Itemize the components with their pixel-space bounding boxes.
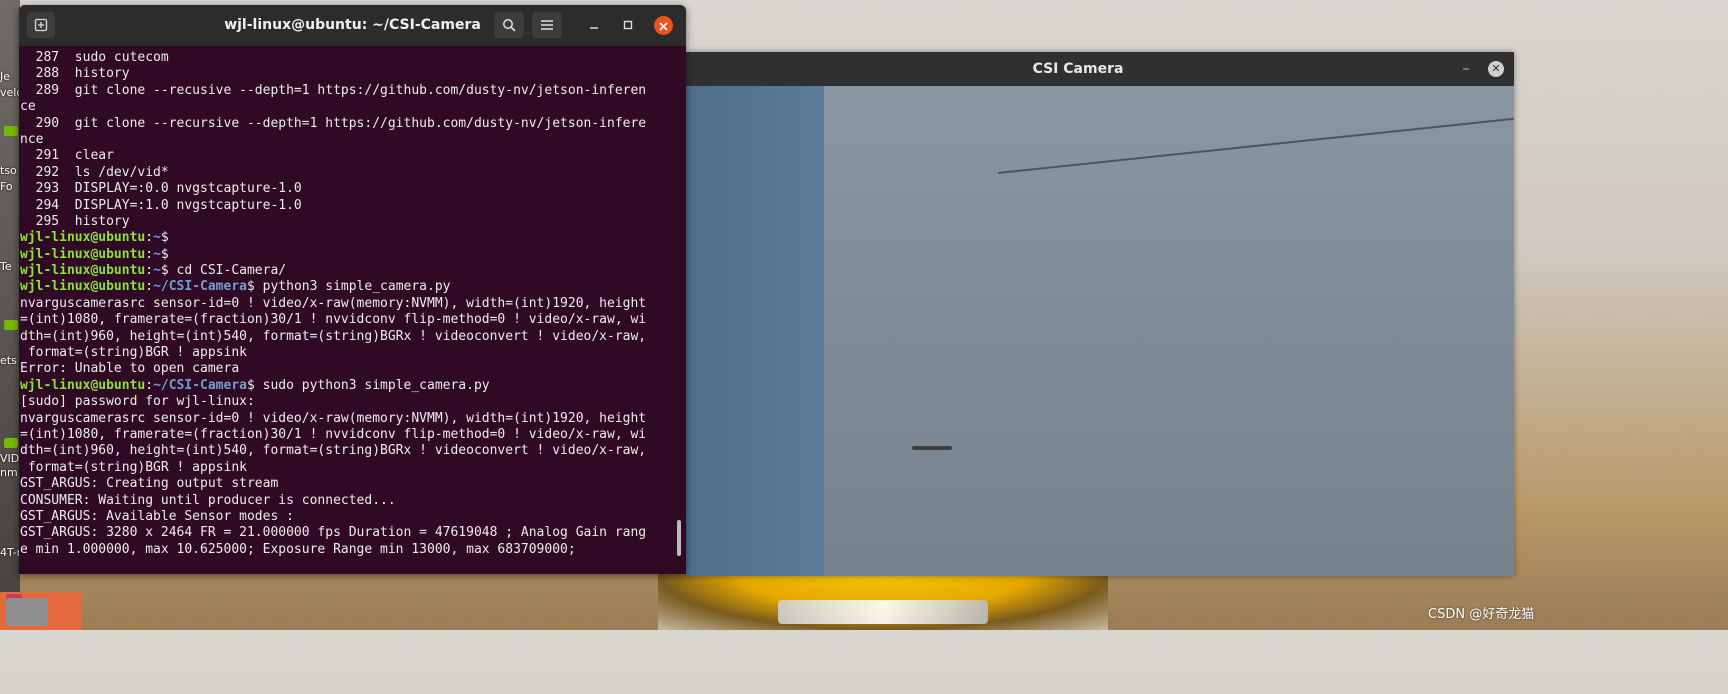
- prompt-command: $ sudo python3 simple_camera.py: [246, 377, 490, 393]
- prompt-path: ~: [153, 230, 161, 246]
- desktop-icon-label[interactable]: 4T-r: [0, 546, 20, 559]
- terminal-line: wjl-linux@ubuntu:~$: [20, 230, 674, 246]
- terminal-line: wjl-linux@ubuntu:~$ cd CSI-Camera/: [20, 263, 674, 279]
- terminal-output[interactable]: 287 sudo cutecom 288 history 289 git clo…: [19, 46, 674, 574]
- terminal-line: wjl-linux@ubuntu:~/CSI-Camera$ python3 s…: [20, 279, 674, 295]
- prompt-separator: :: [145, 263, 154, 279]
- terminal-line: ce: [20, 99, 36, 115]
- desktop-icon-label[interactable]: tso: [0, 164, 20, 177]
- nvidia-icon[interactable]: [4, 126, 18, 136]
- prompt-command: $: [160, 246, 169, 262]
- background-photo-highlight: [778, 600, 988, 624]
- terminal-line: =(int)1080, framerate=(fraction)30/1 ! n…: [20, 312, 647, 328]
- csdn-watermark: CSDN @好奇龙猫: [1428, 607, 1535, 622]
- terminal-line: 289 git clone --recusive --depth=1 https…: [20, 82, 647, 98]
- prompt-user: wjl-linux@ubuntu: [20, 246, 146, 262]
- camera-titlebar[interactable]: CSI Camera – ✕: [686, 52, 1514, 86]
- prompt-command: $ python3 simple_camera.py: [246, 279, 451, 295]
- prompt-user: wjl-linux@ubuntu: [20, 279, 146, 295]
- terminal-line: =(int)1080, framerate=(fraction)30/1 ! n…: [20, 426, 647, 442]
- minimize-icon[interactable]: –: [1458, 60, 1474, 78]
- terminal-line: format=(string)BGR ! appsink: [20, 345, 247, 361]
- hamburger-menu-icon[interactable]: [532, 12, 562, 38]
- feed-blue-region: [686, 86, 824, 576]
- prompt-path: ~: [153, 246, 161, 262]
- terminal-line: CONSUMER: Waiting until producer is conn…: [20, 492, 396, 508]
- nvidia-icon[interactable]: [4, 320, 18, 330]
- close-icon[interactable]: ✕: [1488, 61, 1504, 77]
- terminal-line: 295 history: [20, 213, 130, 229]
- prompt-path: ~: [153, 263, 161, 279]
- terminal-line: nce: [20, 131, 44, 147]
- prompt-user: wjl-linux@ubuntu: [20, 377, 146, 393]
- prompt-path: ~/CSI-Camera: [153, 279, 247, 295]
- terminal-line: GST_ARGUS: Available Sensor modes :: [20, 508, 294, 524]
- csi-camera-window: CSI Camera – ✕: [686, 52, 1514, 576]
- camera-window-title: CSI Camera: [1032, 61, 1124, 77]
- terminal-titlebar[interactable]: wjl-linux@ubuntu: ~/CSI-Camera: [19, 5, 686, 46]
- prompt-separator: :: [145, 279, 154, 295]
- terminal-line: format=(string)BGR ! appsink: [20, 459, 247, 475]
- terminal-line: dth=(int)960, height=(int)540, format=(s…: [20, 328, 647, 344]
- desktop-icon-label[interactable]: Je: [0, 70, 20, 83]
- terminal-line: nvarguscamerasrc sensor-id=0 ! video/x-r…: [20, 410, 647, 426]
- terminal-line: wjl-linux@ubuntu:~$: [20, 247, 674, 263]
- terminal-line: [sudo] password for wjl-linux:: [20, 394, 255, 410]
- terminal-line: nvarguscamerasrc sensor-id=0 ! video/x-r…: [20, 295, 647, 311]
- terminal-line: GST_ARGUS: Creating output stream: [20, 476, 279, 492]
- feed-dark-speck: [912, 446, 952, 450]
- terminal-line: GST_ARGUS: 3280 x 2464 FR = 21.000000 fp…: [20, 525, 647, 541]
- terminal-line: e min 1.000000, max 10.625000; Exposure …: [20, 541, 576, 557]
- close-icon[interactable]: [654, 16, 673, 35]
- prompt-path: ~/CSI-Camera: [153, 377, 247, 393]
- new-tab-icon[interactable]: [27, 12, 55, 38]
- terminal-line: 291 clear: [20, 148, 114, 164]
- search-icon[interactable]: [494, 12, 524, 38]
- folder-body-decoration: [6, 598, 48, 626]
- desktop-icon-label[interactable]: Fo: [0, 180, 20, 193]
- terminal-window: wjl-linux@ubuntu: ~/CSI-Camera 287 sudo …: [19, 5, 686, 574]
- background-photo-object: [658, 574, 1108, 630]
- camera-video-feed: [686, 86, 1514, 576]
- prompt-separator: :: [145, 377, 154, 393]
- prompt-separator: :: [145, 246, 154, 262]
- files-folder-icon[interactable]: [0, 592, 82, 630]
- prompt-command: $: [160, 230, 169, 246]
- desktop-icon-label[interactable]: ets: [0, 354, 20, 367]
- desktop-icon-label[interactable]: VID: [0, 452, 20, 465]
- prompt-user: wjl-linux@ubuntu: [20, 230, 146, 246]
- minimize-icon[interactable]: [584, 15, 604, 35]
- terminal-line: wjl-linux@ubuntu:~/CSI-Camera$ sudo pyth…: [20, 378, 674, 394]
- desktop-icon-label[interactable]: nm: [0, 466, 20, 479]
- prompt-user: wjl-linux@ubuntu: [20, 263, 146, 279]
- nvidia-icon[interactable]: [4, 438, 18, 448]
- terminal-line: 288 history: [20, 66, 130, 82]
- terminal-line: 293 DISPLAY=:0.0 nvgstcapture-1.0: [20, 181, 302, 197]
- feed-wire-line: [998, 117, 1514, 174]
- terminal-line: 287 sudo cutecom: [20, 50, 169, 65]
- prompt-separator: :: [145, 230, 154, 246]
- terminal-line: 290 git clone --recursive --depth=1 http…: [20, 115, 647, 131]
- desktop-icon-label[interactable]: velo: [0, 86, 20, 99]
- terminal-line: dth=(int)960, height=(int)540, format=(s…: [20, 443, 647, 459]
- terminal-line: 292 ls /dev/vid*: [20, 164, 169, 180]
- terminal-scrollbar[interactable]: [677, 520, 681, 556]
- desktop-icon-label[interactable]: Te: [0, 260, 20, 273]
- maximize-icon[interactable]: [618, 15, 638, 35]
- terminal-line: 294 DISPLAY=:1.0 nvgstcapture-1.0: [20, 197, 302, 213]
- prompt-command: $ cd CSI-Camera/: [160, 263, 287, 279]
- terminal-line: Error: Unable to open camera: [20, 361, 240, 377]
